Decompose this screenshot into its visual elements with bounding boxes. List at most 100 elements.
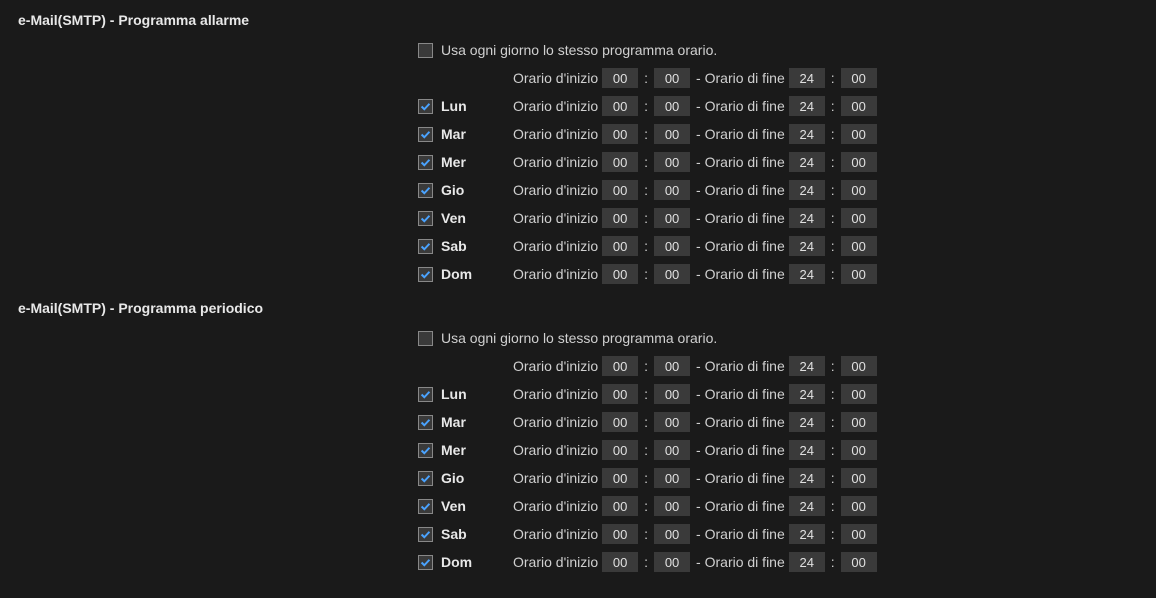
end-min-input[interactable] — [841, 152, 877, 172]
start-hour-input[interactable] — [602, 264, 638, 284]
end-min-input[interactable] — [841, 412, 877, 432]
start-time-label: Orario d'inizio — [513, 154, 598, 170]
day-checkbox[interactable] — [418, 499, 433, 514]
start-time-label: Orario d'inizio — [513, 70, 598, 86]
start-hour-input[interactable] — [602, 236, 638, 256]
start-hour-input[interactable] — [602, 440, 638, 460]
end-hour-input[interactable] — [789, 208, 825, 228]
start-time-label: Orario d'inizio — [513, 470, 598, 486]
start-hour-input[interactable] — [602, 552, 638, 572]
start-min-input[interactable] — [654, 96, 690, 116]
section-title-alarm: e-Mail(SMTP) - Programma allarme — [0, 0, 1156, 36]
end-min-input[interactable] — [841, 496, 877, 516]
start-min-input[interactable] — [654, 68, 690, 88]
end-min-input[interactable] — [841, 96, 877, 116]
end-hour-input[interactable] — [789, 468, 825, 488]
day-checkbox[interactable] — [418, 127, 433, 142]
end-hour-input[interactable] — [789, 412, 825, 432]
end-hour-input[interactable] — [789, 96, 825, 116]
end-min-input[interactable] — [841, 384, 877, 404]
end-hour-input[interactable] — [789, 356, 825, 376]
day-checkbox[interactable] — [418, 99, 433, 114]
start-hour-input[interactable] — [602, 208, 638, 228]
end-hour-input[interactable] — [789, 440, 825, 460]
start-time-label: Orario d'inizio — [513, 498, 598, 514]
end-hour-input[interactable] — [789, 384, 825, 404]
time-colon: : — [825, 182, 841, 198]
day-checkbox[interactable] — [418, 527, 433, 542]
end-min-input[interactable] — [841, 208, 877, 228]
end-min-input[interactable] — [841, 552, 877, 572]
start-min-input[interactable] — [654, 356, 690, 376]
day-row: MarOrario d'inizio:- Orario di fine: — [418, 408, 1156, 436]
end-min-input[interactable] — [841, 264, 877, 284]
same-each-day-checkbox[interactable] — [418, 331, 433, 346]
end-time-label: - Orario di fine — [696, 210, 785, 226]
start-hour-input[interactable] — [602, 524, 638, 544]
start-hour-input[interactable] — [602, 152, 638, 172]
end-time-label: - Orario di fine — [696, 98, 785, 114]
start-min-input[interactable] — [654, 124, 690, 144]
day-checkbox[interactable] — [418, 239, 433, 254]
start-time-label: Orario d'inizio — [513, 442, 598, 458]
end-hour-input[interactable] — [789, 180, 825, 200]
end-hour-input[interactable] — [789, 552, 825, 572]
start-hour-input[interactable] — [602, 96, 638, 116]
day-label: Mar — [441, 414, 513, 430]
end-min-input[interactable] — [841, 524, 877, 544]
start-time-label: Orario d'inizio — [513, 414, 598, 430]
start-min-input[interactable] — [654, 552, 690, 572]
day-row: MerOrario d'inizio:- Orario di fine: — [418, 148, 1156, 176]
same-each-day-checkbox[interactable] — [418, 43, 433, 58]
start-hour-input[interactable] — [602, 356, 638, 376]
start-min-input[interactable] — [654, 496, 690, 516]
end-hour-input[interactable] — [789, 124, 825, 144]
same-each-day-row: Usa ogni giorno lo stesso programma orar… — [418, 324, 1156, 352]
start-min-input[interactable] — [654, 524, 690, 544]
day-checkbox[interactable] — [418, 183, 433, 198]
start-min-input[interactable] — [654, 264, 690, 284]
start-hour-input[interactable] — [602, 180, 638, 200]
day-checkbox[interactable] — [418, 211, 433, 226]
start-min-input[interactable] — [654, 384, 690, 404]
day-row: LunOrario d'inizio:- Orario di fine: — [418, 380, 1156, 408]
start-min-input[interactable] — [654, 440, 690, 460]
day-checkbox[interactable] — [418, 555, 433, 570]
start-min-input[interactable] — [654, 208, 690, 228]
day-label: Dom — [441, 554, 513, 570]
end-hour-input[interactable] — [789, 68, 825, 88]
start-hour-input[interactable] — [602, 124, 638, 144]
end-hour-input[interactable] — [789, 524, 825, 544]
time-colon: : — [825, 98, 841, 114]
start-min-input[interactable] — [654, 152, 690, 172]
end-min-input[interactable] — [841, 236, 877, 256]
day-checkbox[interactable] — [418, 387, 433, 402]
start-min-input[interactable] — [654, 412, 690, 432]
day-row: SabOrario d'inizio:- Orario di fine: — [418, 520, 1156, 548]
day-checkbox[interactable] — [418, 471, 433, 486]
time-colon: : — [825, 526, 841, 542]
start-hour-input[interactable] — [602, 412, 638, 432]
day-checkbox[interactable] — [418, 415, 433, 430]
start-min-input[interactable] — [654, 180, 690, 200]
end-min-input[interactable] — [841, 356, 877, 376]
end-min-input[interactable] — [841, 180, 877, 200]
end-hour-input[interactable] — [789, 264, 825, 284]
end-hour-input[interactable] — [789, 152, 825, 172]
day-checkbox[interactable] — [418, 267, 433, 282]
end-hour-input[interactable] — [789, 496, 825, 516]
time-colon: : — [825, 266, 841, 282]
end-min-input[interactable] — [841, 468, 877, 488]
end-min-input[interactable] — [841, 440, 877, 460]
start-hour-input[interactable] — [602, 468, 638, 488]
start-hour-input[interactable] — [602, 384, 638, 404]
start-min-input[interactable] — [654, 236, 690, 256]
day-checkbox[interactable] — [418, 443, 433, 458]
end-min-input[interactable] — [841, 124, 877, 144]
end-hour-input[interactable] — [789, 236, 825, 256]
day-checkbox[interactable] — [418, 155, 433, 170]
end-min-input[interactable] — [841, 68, 877, 88]
start-hour-input[interactable] — [602, 68, 638, 88]
start-min-input[interactable] — [654, 468, 690, 488]
start-hour-input[interactable] — [602, 496, 638, 516]
